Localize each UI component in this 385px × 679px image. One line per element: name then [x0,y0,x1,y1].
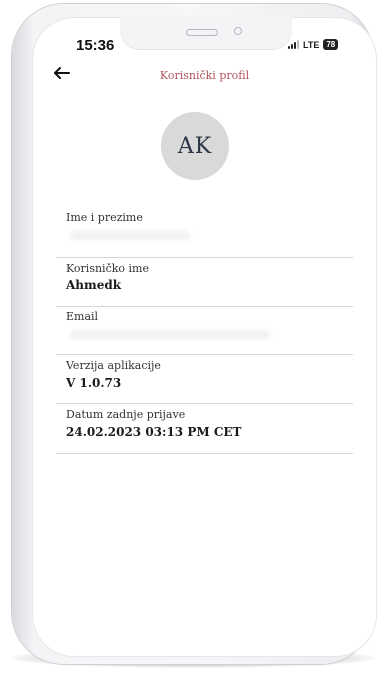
avatar-initials: AK [177,133,213,159]
redacted-value [70,231,190,240]
battery-icon: 78 [323,39,339,50]
field-value: 24.02.2023 03:13 PM CET [66,425,242,439]
field-label: Ime i prezime [66,211,143,224]
field-value: V 1.0.73 [66,376,122,390]
status-time: 15:36 [76,37,115,54]
field-last-login: Datum zadnje prijave 24.02.2023 03:13 PM… [56,403,353,454]
status-indicators: LTE 78 [288,39,339,50]
field-full-name: Ime i prezime [56,206,353,258]
field-app-version: Verzija aplikacije V 1.0.73 [56,354,353,404]
phone-screen: 15:36 LTE 78 Korisnički profil AK Ime i … [32,17,377,657]
field-email: Email [56,306,353,355]
field-username: Korisničko ime Ahmedk [56,257,353,307]
network-type: LTE [303,39,320,50]
field-label: Email [66,310,99,323]
avatar: AK [161,112,229,180]
field-value: Ahmedk [66,278,122,292]
stage: 15:36 LTE 78 Korisnički profil AK Ime i … [0,0,385,679]
signal-icon [288,40,299,49]
camera-icon [234,27,242,35]
field-label: Korisničko ime [66,262,149,275]
phone-notch [120,17,292,49]
phone-frame: 15:36 LTE 78 Korisnički profil AK Ime i … [12,4,377,664]
field-label: Verzija aplikacije [66,359,161,372]
field-label: Datum zadnje prijave [66,408,186,421]
speaker-icon [186,29,218,36]
page-title: Korisnički profil [159,69,250,82]
redacted-value [70,330,270,339]
